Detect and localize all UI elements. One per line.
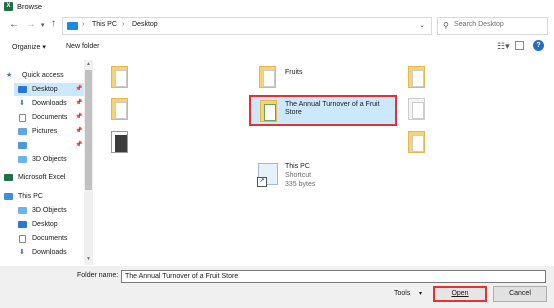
- pin-icon: 📌: [75, 114, 83, 120]
- sidebar-item-label: Quick access: [22, 72, 64, 79]
- this-pc-shortcut-icon[interactable]: ↗: [257, 163, 278, 187]
- breadcrumb-desktop[interactable]: Desktop: [132, 21, 158, 28]
- help-icon[interactable]: ?: [533, 40, 544, 51]
- breadcrumb-separator-icon[interactable]: ›: [82, 21, 84, 28]
- cancel-button[interactable]: Cancel: [493, 286, 547, 302]
- fruits-folder-icon[interactable]: [259, 66, 276, 88]
- sidebar-item-documents-pinned[interactable]: Documents 📌: [18, 111, 84, 124]
- folder-icon: [260, 100, 277, 122]
- breadcrumb-this-pc[interactable]: This PC: [92, 21, 117, 28]
- chevron-down-icon[interactable]: ▾: [419, 290, 422, 297]
- this-pc-shortcut-size: 335 bytes: [285, 181, 316, 188]
- folder-name-label: Folder name:: [77, 272, 119, 279]
- recent-locations-chevron-icon[interactable]: ▾: [41, 21, 45, 29]
- documents-icon: [19, 235, 26, 243]
- sidebar-item-label: 3D Objects: [32, 207, 67, 214]
- sidebar-item-label: Documents: [32, 235, 68, 242]
- star-icon: ★: [6, 72, 13, 79]
- forward-arrow-icon[interactable]: →: [26, 19, 36, 30]
- open-button[interactable]: Open: [433, 286, 487, 302]
- selected-folder-item[interactable]: The Annual Turnover of a Fruit Store: [249, 95, 397, 126]
- pin-icon: 📌: [75, 100, 83, 106]
- sidebar-item-label: Downloads: [32, 100, 67, 107]
- this-pc-shortcut-type: Shortcut: [285, 172, 312, 179]
- back-arrow-icon[interactable]: ←: [9, 19, 19, 30]
- search-input[interactable]: ⚲ Search Desktop: [437, 17, 548, 35]
- scroll-up-icon[interactable]: ▲: [86, 61, 91, 67]
- this-pc-shortcut-name[interactable]: This PC: [285, 163, 310, 171]
- desktop-icon: [18, 86, 27, 93]
- view-options-icon[interactable]: ☷▾: [497, 41, 510, 52]
- monitor-icon: [18, 142, 27, 149]
- tools-button[interactable]: Tools: [394, 290, 410, 297]
- sidebar-item-label: This PC: [18, 193, 43, 200]
- navigation-pane: ★ Quick access Desktop 📌 ⬇ Downloads 📌 D…: [0, 60, 84, 265]
- address-bar[interactable]: › This PC › Desktop ⌄: [62, 17, 432, 35]
- scroll-down-icon[interactable]: ▼: [86, 256, 91, 262]
- chevron-down-icon[interactable]: ⌄: [419, 21, 425, 29]
- pin-icon: 📌: [75, 128, 83, 134]
- excel-icon: [4, 174, 13, 181]
- sidebar-item-label: Downloads: [32, 249, 67, 256]
- sidebar-item-downloads-pinned[interactable]: ⬇ Downloads 📌: [18, 97, 84, 110]
- cube-icon: [18, 207, 27, 214]
- open-button-label: Open: [451, 290, 469, 297]
- sidebar-item-label: Pictures: [32, 128, 58, 135]
- sidebar-item-pictures-pinned[interactable]: Pictures 📌: [18, 125, 84, 138]
- folder-icon[interactable]: [408, 131, 425, 153]
- folder-icon[interactable]: [111, 66, 128, 88]
- organize-button[interactable]: Organize ▾: [12, 43, 46, 51]
- up-arrow-icon[interactable]: ↑: [51, 18, 56, 29]
- pictures-icon: [18, 128, 27, 135]
- pin-icon: 📌: [75, 142, 83, 148]
- fruits-folder-label[interactable]: Fruits: [285, 69, 303, 77]
- new-folder-button[interactable]: New folder: [66, 43, 99, 50]
- sidebar-item-label: Desktop: [32, 86, 58, 93]
- document-icon[interactable]: [408, 98, 425, 120]
- sidebar-item-label: Microsoft Excel: [18, 174, 66, 181]
- selected-folder-label: The Annual Turnover of a Fruit Store: [285, 101, 380, 116]
- folder-name-input[interactable]: The Annual Turnover of a Fruit Store: [121, 270, 546, 283]
- computer-icon: [4, 193, 13, 200]
- file-list-area: [96, 60, 554, 265]
- breadcrumb-separator-icon[interactable]: ›: [122, 21, 124, 28]
- sidebar-item-label: Documents: [32, 114, 68, 121]
- cube-icon: [18, 156, 27, 163]
- download-icon: ⬇: [19, 249, 25, 256]
- preview-pane-icon[interactable]: [515, 41, 524, 50]
- pin-icon: 📌: [75, 86, 83, 92]
- download-icon: ⬇: [19, 100, 25, 107]
- folder-icon[interactable]: [111, 98, 128, 120]
- title-bar: X Browse: [0, 0, 554, 14]
- search-icon: ⚲: [443, 21, 449, 30]
- window-title: Browse: [17, 2, 43, 11]
- sidebar-item-unlabeled-pinned[interactable]: 📌: [18, 139, 84, 152]
- folder-icon: [67, 22, 78, 30]
- nav-scrollbar-thumb[interactable]: [85, 70, 92, 190]
- documents-icon: [19, 114, 26, 122]
- desktop-icon: [18, 221, 27, 228]
- search-placeholder: Search Desktop: [454, 21, 504, 28]
- excel-app-icon: X: [4, 2, 13, 11]
- shortcut-arrow-icon: ↗: [257, 177, 267, 187]
- image-file-icon[interactable]: [111, 131, 128, 153]
- folder-icon[interactable]: [408, 66, 425, 88]
- sidebar-item-desktop-pinned[interactable]: Desktop 📌: [18, 83, 84, 96]
- sidebar-item-label: 3D Objects: [32, 156, 67, 163]
- sidebar-item-label: Desktop: [32, 221, 58, 228]
